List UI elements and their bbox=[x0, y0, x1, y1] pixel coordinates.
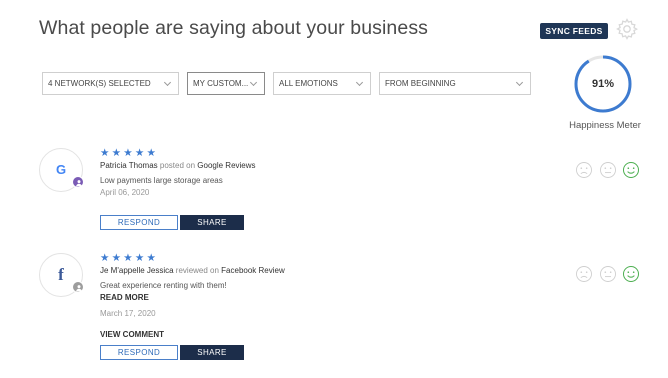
sad-face-icon[interactable] bbox=[575, 265, 593, 283]
emotion-filter-dropdown[interactable]: ALL EMOTIONS bbox=[273, 72, 371, 95]
review-text: Great experience renting with them! bbox=[100, 281, 227, 290]
respond-button[interactable]: RESPOND bbox=[100, 345, 178, 360]
review-byline: Patricia Thomas posted on Google Reviews bbox=[100, 161, 256, 170]
sad-face-icon[interactable] bbox=[575, 161, 593, 179]
review-byline: Je M'appelle Jessica reviewed on Faceboo… bbox=[100, 266, 285, 275]
date-filter-dropdown[interactable]: FROM BEGINNING bbox=[379, 72, 531, 95]
network-filter-label: 4 NETWORK(S) SELECTED bbox=[48, 79, 151, 88]
chevron-down-icon bbox=[163, 78, 172, 87]
chevron-down-icon bbox=[249, 78, 258, 87]
review-network-link[interactable]: Google Reviews bbox=[197, 161, 255, 170]
respond-button[interactable]: RESPOND bbox=[100, 215, 178, 230]
chevron-down-icon bbox=[515, 78, 524, 87]
chevron-down-icon bbox=[355, 78, 364, 87]
gear-icon[interactable] bbox=[615, 17, 639, 41]
date-filter-label: FROM BEGINNING bbox=[385, 79, 456, 88]
neutral-face-icon[interactable] bbox=[599, 265, 617, 283]
emotion-filter-label: ALL EMOTIONS bbox=[279, 79, 338, 88]
view-comment-link[interactable]: VIEW COMMENT bbox=[100, 330, 164, 339]
review-network-link[interactable]: Facebook Review bbox=[221, 266, 285, 275]
neutral-face-icon[interactable] bbox=[599, 161, 617, 179]
happy-face-icon[interactable] bbox=[622, 265, 640, 283]
review-rating-stars: ★★★★★ bbox=[100, 252, 159, 264]
share-button[interactable]: SHARE bbox=[180, 345, 244, 360]
review-text: Low payments large storage areas bbox=[100, 176, 223, 185]
review-verb: reviewed on bbox=[175, 266, 219, 275]
network-filter-dropdown[interactable]: 4 NETWORK(S) SELECTED bbox=[42, 72, 179, 95]
review-verb: posted on bbox=[159, 161, 196, 170]
review-author: Je M'appelle Jessica bbox=[100, 266, 174, 275]
happy-face-icon[interactable] bbox=[622, 161, 640, 179]
happiness-meter-value: 91% bbox=[591, 78, 615, 90]
review-date: April 06, 2020 bbox=[100, 188, 150, 197]
review-avatar: f bbox=[39, 253, 84, 297]
review-author: Patricia Thomas bbox=[100, 161, 158, 170]
review-avatar: G bbox=[39, 148, 84, 192]
review-date: March 17, 2020 bbox=[100, 309, 156, 318]
share-button[interactable]: SHARE bbox=[180, 215, 244, 230]
happiness-meter-label: Happiness Meter bbox=[569, 120, 641, 131]
user-badge-icon bbox=[72, 176, 84, 188]
read-more-link[interactable]: READ MORE bbox=[100, 293, 149, 302]
custom-filter-label: MY CUSTOM... bbox=[193, 79, 249, 88]
user-badge-icon bbox=[72, 281, 84, 293]
review-rating-stars: ★★★★★ bbox=[100, 147, 159, 159]
sync-feeds-button[interactable]: SYNC FEEDS bbox=[540, 23, 608, 39]
custom-filter-dropdown[interactable]: MY CUSTOM... bbox=[187, 72, 265, 95]
page-title: What people are saying about your busine… bbox=[39, 17, 429, 39]
